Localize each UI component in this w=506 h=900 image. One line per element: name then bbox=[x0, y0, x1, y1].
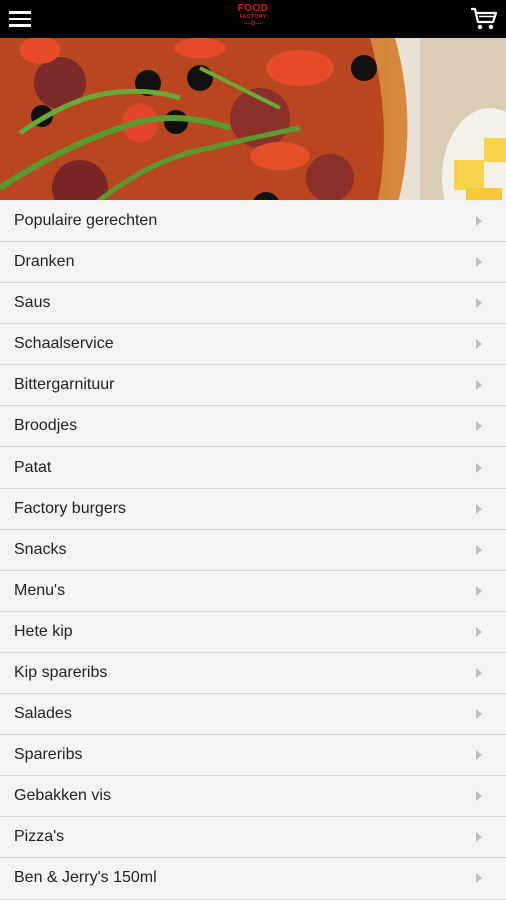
category-label: Populaire gerechten bbox=[14, 211, 158, 229]
chevron-right-icon bbox=[476, 380, 482, 391]
category-label: Factory burgers bbox=[14, 499, 127, 517]
category-label: Gebakken vis bbox=[14, 787, 111, 805]
category-item[interactable]: Salades bbox=[0, 694, 506, 736]
category-label: Patat bbox=[14, 458, 52, 476]
category-label: Broodjes bbox=[14, 417, 78, 435]
category-item[interactable]: Pizza's bbox=[0, 817, 506, 859]
chevron-right-icon bbox=[476, 544, 482, 555]
pizza-banner-image bbox=[0, 38, 506, 214]
food-factory-logo: FOOD FACTORY —⊙— bbox=[237, 3, 269, 28]
chevron-right-icon bbox=[476, 791, 482, 802]
category-item[interactable]: Ben & Jerry's 150ml bbox=[0, 858, 506, 900]
category-item[interactable]: Schaalservice bbox=[0, 324, 506, 366]
category-item[interactable]: Bittergarnituur bbox=[0, 365, 506, 407]
category-item[interactable]: Populaire gerechten bbox=[0, 200, 506, 242]
category-list: Populaire gerechten Dranken Saus Schaals… bbox=[0, 200, 506, 900]
chevron-right-icon bbox=[476, 626, 482, 637]
category-item[interactable]: Saus bbox=[0, 283, 506, 325]
chevron-right-icon bbox=[476, 750, 482, 761]
category-label: Dranken bbox=[14, 253, 75, 271]
category-label: Saus bbox=[14, 294, 51, 312]
chevron-right-icon bbox=[476, 339, 482, 350]
chevron-right-icon bbox=[476, 832, 482, 843]
category-label: Ben & Jerry's 150ml bbox=[14, 869, 157, 887]
category-label: Bittergarnituur bbox=[14, 376, 115, 394]
category-label: Schaalservice bbox=[14, 335, 114, 353]
category-item[interactable]: Menu's bbox=[0, 570, 506, 612]
category-label: Salades bbox=[14, 705, 72, 723]
category-label: Pizza's bbox=[14, 828, 65, 846]
category-label: Kip spareribs bbox=[14, 663, 108, 681]
shopping-cart-icon[interactable] bbox=[464, 0, 504, 38]
category-label: Hete kip bbox=[14, 622, 73, 640]
chevron-right-icon bbox=[476, 257, 482, 268]
category-item[interactable]: Kip spareribs bbox=[0, 652, 506, 695]
category-label: Menu's bbox=[14, 581, 66, 599]
category-item[interactable]: Spareribs bbox=[0, 735, 506, 777]
chevron-right-icon bbox=[476, 709, 482, 720]
chevron-right-icon bbox=[476, 462, 482, 473]
category-label: Spareribs bbox=[14, 746, 83, 764]
category-label: Snacks bbox=[14, 540, 67, 558]
chevron-right-icon bbox=[476, 667, 482, 678]
chevron-right-icon bbox=[476, 421, 482, 432]
chevron-right-icon bbox=[476, 585, 482, 596]
chevron-right-icon bbox=[476, 873, 482, 884]
category-item[interactable]: Broodjes bbox=[0, 406, 506, 448]
category-item[interactable]: Dranken bbox=[0, 242, 506, 284]
category-item[interactable]: Patat bbox=[0, 447, 506, 489]
category-item[interactable]: Gebakken vis bbox=[0, 776, 506, 818]
chevron-right-icon bbox=[476, 298, 482, 309]
category-item[interactable]: Factory burgers bbox=[0, 488, 506, 530]
hamburger-menu-icon[interactable] bbox=[0, 0, 40, 38]
chevron-right-icon bbox=[476, 503, 482, 514]
category-item[interactable]: Snacks bbox=[0, 529, 506, 571]
app-header: FOOD FACTORY —⊙— bbox=[0, 0, 506, 38]
chevron-right-icon bbox=[476, 215, 482, 226]
category-item[interactable]: Hete kip bbox=[0, 611, 506, 653]
